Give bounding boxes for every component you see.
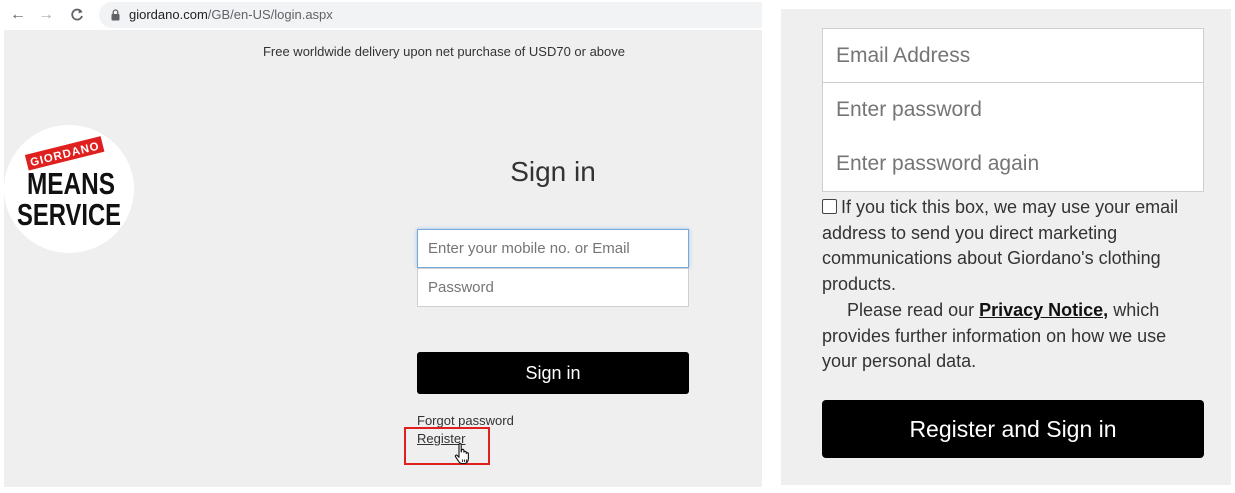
register-form-panel: If you tick this box, we may use your em…: [781, 9, 1231, 485]
sign-in-button[interactable]: Sign in: [417, 352, 689, 394]
enter-password-field[interactable]: [822, 83, 1204, 138]
privacy-notice-text: Please read our Privacy Notice, which pr…: [822, 298, 1204, 375]
hand-pointer-icon: [454, 442, 469, 465]
forward-arrow-icon[interactable]: →: [35, 4, 57, 26]
delivery-banner: Free worldwide delivery upon net purchas…: [262, 44, 626, 59]
page-title: Sign in: [510, 156, 596, 187]
url-host: giordano.com: [129, 7, 208, 22]
marketing-consent-checkbox[interactable]: [822, 199, 837, 214]
register-and-sign-in-button[interactable]: Register and Sign in: [822, 400, 1204, 458]
url-text: giordano.com/GB/en-US/login.aspx: [129, 7, 333, 22]
login-page: Free worldwide delivery upon net purchas…: [4, 30, 762, 487]
email-address-field[interactable]: [822, 28, 1204, 83]
url-path: /GB/en-US/login.aspx: [207, 7, 333, 22]
svg-text:MEANS: MEANS: [27, 166, 115, 201]
address-bar[interactable]: giordano.com/GB/en-US/login.aspx: [99, 2, 762, 28]
giordano-logo[interactable]: GIORDANO MEANS SERVICE: [4, 125, 134, 253]
privacy-prefix: Please read our: [847, 300, 980, 320]
password-input[interactable]: [417, 268, 689, 307]
marketing-consent-text: If you tick this box, we may use your em…: [822, 197, 1179, 294]
login-page-screenshot: ← → giordano.com/GB/en-US/login.aspx Fre…: [0, 0, 762, 487]
mobile-or-email-input[interactable]: [417, 229, 689, 268]
marketing-consent: If you tick this box, we may use your em…: [822, 195, 1204, 297]
browser-toolbar: ← → giordano.com/GB/en-US/login.aspx: [0, 0, 762, 30]
enter-password-again-field[interactable]: [822, 137, 1204, 192]
forgot-password-link[interactable]: Forgot password: [417, 413, 514, 428]
back-arrow-icon[interactable]: ←: [7, 4, 29, 26]
svg-text:SERVICE: SERVICE: [17, 197, 121, 232]
lock-icon: [111, 9, 120, 21]
privacy-notice-link[interactable]: Privacy Notice,: [979, 300, 1108, 320]
reload-icon[interactable]: [66, 4, 88, 26]
